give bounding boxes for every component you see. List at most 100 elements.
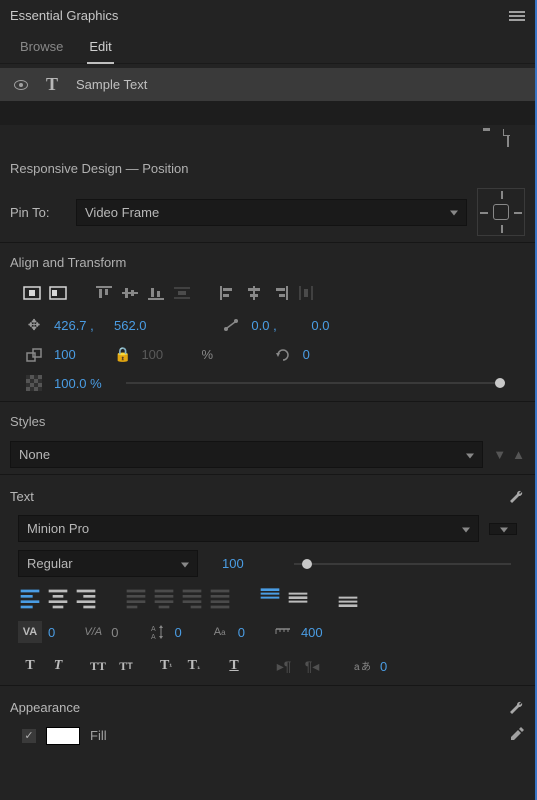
opacity[interactable]: 100.0 % xyxy=(54,376,104,391)
align-right-icon[interactable] xyxy=(270,284,290,302)
styles-dropdown[interactable]: None xyxy=(10,441,483,468)
justify-all-icon[interactable] xyxy=(208,587,232,609)
text-valign-center-icon[interactable] xyxy=(286,587,310,609)
font-size-slider[interactable] xyxy=(294,563,511,565)
text-heading: Text xyxy=(10,489,34,504)
underline-icon[interactable]: T xyxy=(222,655,246,677)
anchor-icon xyxy=(221,317,241,333)
push-style-up-icon[interactable]: ▲ xyxy=(512,447,525,462)
fill-row: Fill xyxy=(0,722,535,749)
essential-graphics-panel: Essential Graphics Browse Edit T Sample … xyxy=(0,0,537,800)
appearance-heading: Appearance xyxy=(10,700,80,715)
baseline-shift-icon: Aa xyxy=(208,621,232,643)
tab-browse[interactable]: Browse xyxy=(18,33,65,63)
pin-to-graphic[interactable] xyxy=(477,188,525,236)
layer-list-empty xyxy=(0,101,535,125)
tracking-icon: VA xyxy=(18,621,42,643)
width-scale-value[interactable]: 400 xyxy=(301,625,323,640)
rtl-direction-icon[interactable]: ¶◂ xyxy=(300,655,324,677)
kerning-value[interactable]: 0 xyxy=(111,625,118,640)
position-y[interactable]: 562.0 xyxy=(114,318,164,333)
faux-bold-icon[interactable]: T xyxy=(18,655,42,677)
text-valign-bottom-icon[interactable] xyxy=(336,587,360,609)
scale-h[interactable]: 100 xyxy=(141,347,191,362)
styles-heading: Styles xyxy=(0,404,535,437)
pin-to-row: Pin To: Video Frame xyxy=(0,184,535,240)
anchor-x[interactable]: 0.0 , xyxy=(251,318,301,333)
rotation-icon xyxy=(273,347,293,363)
anchor-y[interactable]: 0.0 xyxy=(311,318,361,333)
align-bottom-icon[interactable] xyxy=(146,284,166,302)
text-align-center-icon[interactable] xyxy=(46,587,70,609)
position-icon: ✥ xyxy=(24,316,44,334)
eyedropper-icon[interactable] xyxy=(509,726,525,745)
opacity-slider[interactable] xyxy=(126,382,505,384)
superscript-icon[interactable]: T¹ xyxy=(154,655,178,677)
scale-icon xyxy=(24,347,44,363)
all-caps-icon[interactable]: TT xyxy=(86,655,110,677)
justify-left-icon[interactable] xyxy=(124,587,148,609)
panel-titlebar: Essential Graphics xyxy=(0,0,535,27)
responsive-heading: Responsive Design — Position xyxy=(0,151,535,184)
font-family-dropdown[interactable]: Minion Pro xyxy=(18,515,479,542)
text-metrics-toolbar: VA 0 V/A 0 AA 0 Aa 0 400 xyxy=(0,615,535,649)
width-scale-icon xyxy=(271,621,295,643)
justify-right-icon[interactable] xyxy=(180,587,204,609)
panel-menu-icon[interactable] xyxy=(509,11,525,21)
subscript-icon[interactable]: T₁ xyxy=(182,655,206,677)
new-layer-icon[interactable] xyxy=(507,131,523,145)
styles-row: None ▼ ▲ xyxy=(0,437,535,472)
faux-italic-icon[interactable]: T xyxy=(46,655,70,677)
new-folder-icon[interactable] xyxy=(483,131,499,145)
baseline-value[interactable]: 0 xyxy=(238,625,245,640)
justify-center-icon[interactable] xyxy=(152,587,176,609)
svg-text:A: A xyxy=(151,634,156,640)
fill-checkbox[interactable] xyxy=(22,729,36,743)
tsume-value[interactable]: 0 xyxy=(380,659,387,674)
font-size[interactable]: 100 xyxy=(222,556,272,571)
align-left-icon[interactable] xyxy=(218,284,238,302)
layer-name: Sample Text xyxy=(76,77,147,92)
fill-color-swatch[interactable] xyxy=(46,727,80,745)
position-x[interactable]: 426.7 , xyxy=(54,318,104,333)
svg-text:あ: あ xyxy=(361,661,371,673)
align-heading: Align and Transform xyxy=(0,245,535,278)
fill-label: Fill xyxy=(90,728,107,743)
svg-text:a: a xyxy=(354,662,360,673)
scale-w[interactable]: 100 xyxy=(54,347,104,362)
font-picker-dropdown[interactable] xyxy=(489,523,517,535)
text-align-right-icon[interactable] xyxy=(74,587,98,609)
layer-item[interactable]: T Sample Text xyxy=(0,68,535,101)
align-toolbar xyxy=(0,278,535,308)
align-top-icon[interactable] xyxy=(94,284,114,302)
rotation[interactable]: 0 xyxy=(303,347,353,362)
tab-edit[interactable]: Edit xyxy=(87,33,113,64)
scale-unit: % xyxy=(201,347,213,362)
align-vcenter-icon[interactable] xyxy=(120,284,140,302)
svg-text:A: A xyxy=(151,626,156,633)
pin-to-label: Pin To: xyxy=(10,205,66,220)
text-section-header: Text xyxy=(0,477,535,511)
leading-value[interactable]: 0 xyxy=(174,625,181,640)
align-to-frame-icon[interactable] xyxy=(22,284,42,302)
text-valign-top-icon[interactable] xyxy=(258,587,282,609)
text-align-left-icon[interactable] xyxy=(18,587,42,609)
align-to-selection-icon[interactable] xyxy=(48,284,68,302)
ltr-direction-icon[interactable]: ▸¶ xyxy=(272,655,296,677)
push-style-down-icon[interactable]: ▼ xyxy=(493,447,506,462)
kerning-icon: V/A xyxy=(81,621,105,643)
text-options-icon[interactable] xyxy=(507,487,525,505)
small-caps-icon[interactable]: TT xyxy=(114,655,138,677)
font-weight-dropdown[interactable]: Regular xyxy=(18,550,198,577)
faux-style-toolbar: T T TT TT T¹ T₁ T ▸¶ ¶◂ aあ0 xyxy=(0,649,535,683)
distribute-v-icon[interactable] xyxy=(172,284,192,302)
distribute-h-icon[interactable] xyxy=(296,284,316,302)
appearance-options-icon[interactable] xyxy=(507,698,525,716)
align-hcenter-icon[interactable] xyxy=(244,284,264,302)
visibility-icon[interactable] xyxy=(14,80,28,90)
tsume-icon: aあ xyxy=(350,655,374,677)
style-sync-arrows: ▼ ▲ xyxy=(493,447,525,462)
pin-to-dropdown[interactable]: Video Frame xyxy=(76,199,467,226)
tracking-value[interactable]: 0 xyxy=(48,625,55,640)
link-scale-icon[interactable]: 🔒 xyxy=(114,346,131,363)
